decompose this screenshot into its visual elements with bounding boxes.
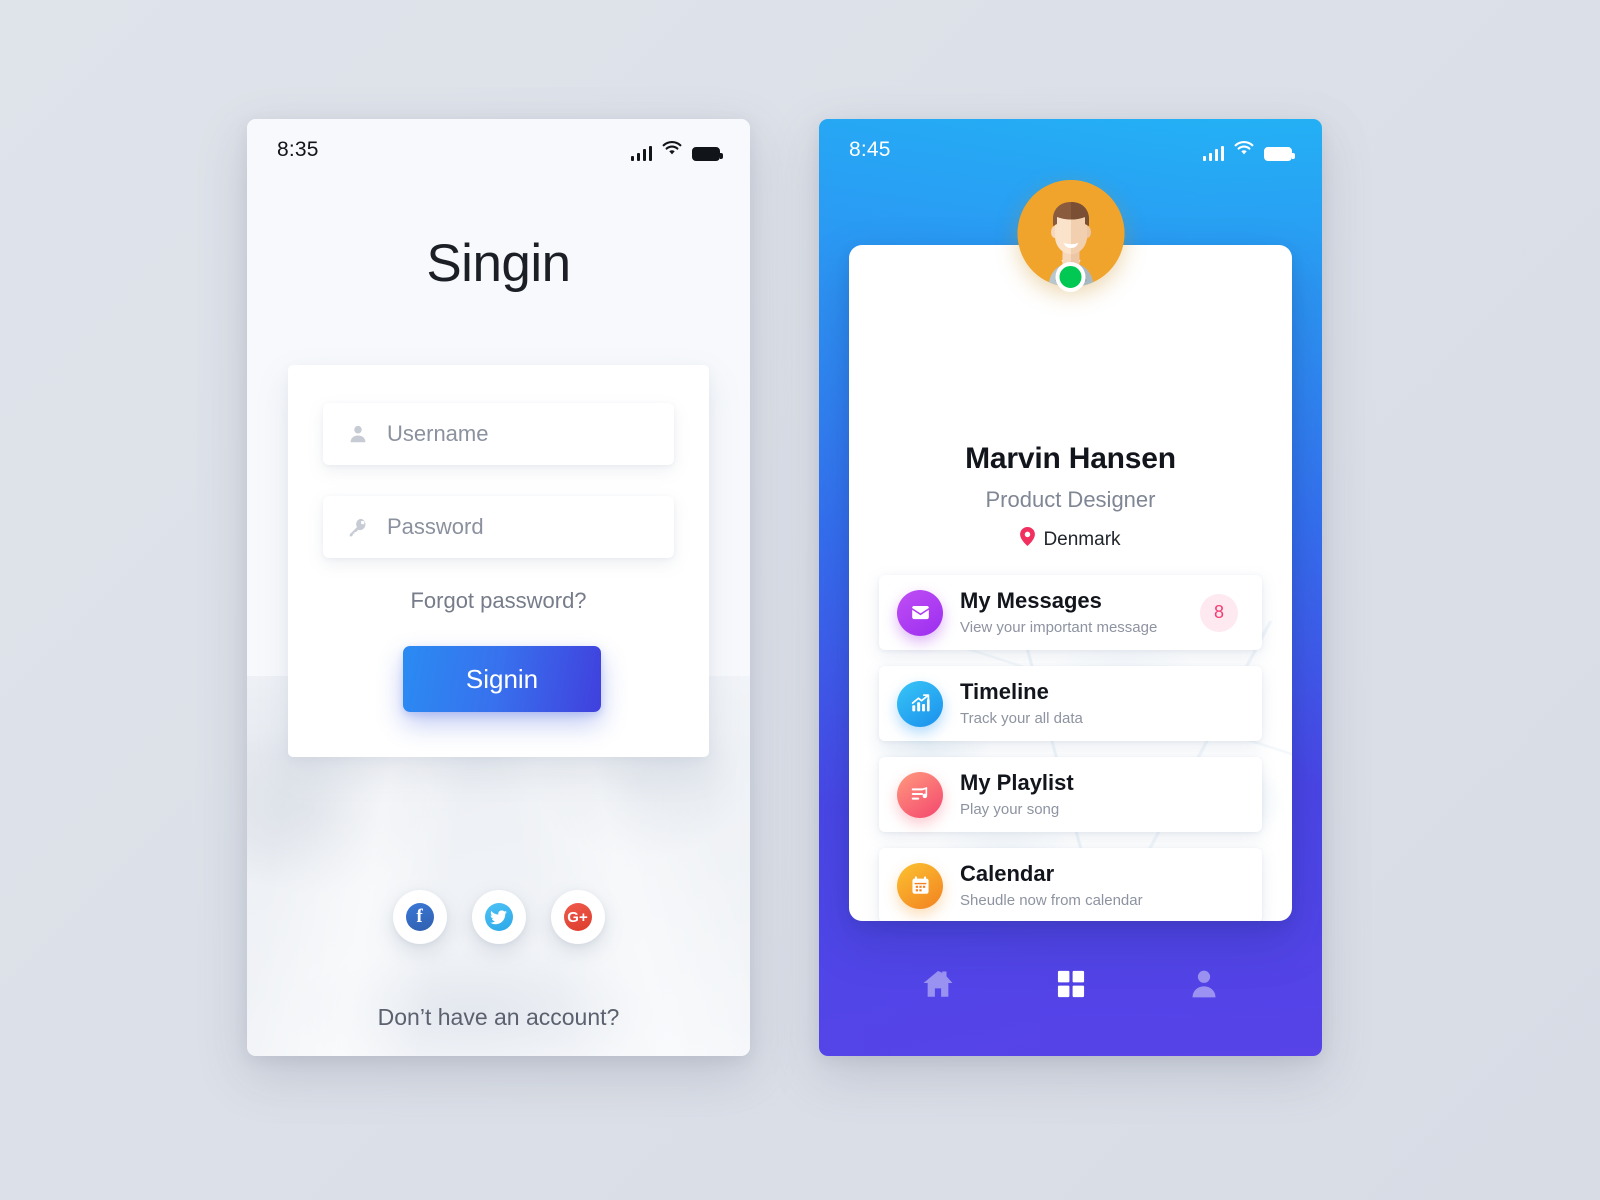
unread-badge: 8 <box>1200 593 1238 632</box>
menu-item-subtitle: View your important message <box>960 618 1158 636</box>
signal-bars-icon <box>1202 145 1224 161</box>
signin-button[interactable]: Signin <box>403 646 601 712</box>
chart-line-up-icon <box>897 680 943 727</box>
password-field-wrapper[interactable] <box>323 496 674 558</box>
signal-bars-icon <box>630 145 652 161</box>
password-input[interactable] <box>379 514 639 540</box>
facebook-login-button[interactable]: f <box>392 890 447 944</box>
menu-item-timeline[interactable]: Timeline Track your all data <box>879 666 1262 741</box>
menu-item-calendar[interactable]: Calendar Sheudle now from calendar <box>879 848 1262 921</box>
forgot-password-link[interactable]: Forgot password? <box>288 588 709 614</box>
menu-item-subtitle: Track your all data <box>960 709 1083 727</box>
profile-card: Marvin Hansen Product Designer Denmark M… <box>849 245 1292 921</box>
signin-screen: 8:35 Singin Username Forgot password? Si… <box>247 119 750 1056</box>
menu-item-text: My Messages View your important message <box>960 587 1200 638</box>
menu-item-text: My Playlist Play your song <box>960 769 1244 820</box>
profile-screen: 8:45 Marvin Hansen Product Designer Denm… <box>819 119 1322 1056</box>
status-bar-right: 8:45 <box>819 119 1322 181</box>
social-login-row: f G+ <box>247 890 750 944</box>
battery-icon <box>692 146 723 161</box>
wifi-icon <box>1233 140 1255 161</box>
wifi-icon <box>661 140 683 161</box>
calendar-icon <box>897 862 943 909</box>
status-time: 8:35 <box>277 138 319 161</box>
username-input[interactable] <box>379 421 639 447</box>
bottom-tab-bar <box>819 936 1322 1056</box>
profile-location: Denmark <box>849 527 1292 552</box>
status-time: 8:45 <box>849 138 891 161</box>
user-icon <box>347 423 379 445</box>
menu-item-title: My Playlist <box>960 770 1074 796</box>
facebook-icon: f <box>405 903 434 931</box>
twitter-icon <box>484 903 513 931</box>
menu-item-text: Calendar Sheudle now from calendar <box>960 860 1244 911</box>
menu-item-subtitle: Sheudle now from calendar <box>960 891 1143 909</box>
google-plus-login-button[interactable]: G+ <box>550 890 605 944</box>
envelope-icon <box>897 589 943 636</box>
twitter-login-button[interactable] <box>471 890 526 944</box>
profile-name: Marvin Hansen <box>965 442 1176 475</box>
person-icon <box>1188 968 1220 1003</box>
tab-profile[interactable] <box>1179 962 1229 1008</box>
menu-list: My Messages View your important message … <box>879 575 1262 921</box>
menu-item-title: Calendar <box>960 861 1055 887</box>
username-field-wrapper[interactable] <box>323 403 674 465</box>
key-icon <box>347 516 379 538</box>
location-pin-icon <box>1020 527 1036 552</box>
online-status-dot <box>1055 262 1086 292</box>
canvas: 8:35 Singin Username Forgot password? Si… <box>0 0 1600 1200</box>
status-icons <box>630 140 723 161</box>
menu-item-my-playlist[interactable]: My Playlist Play your song <box>879 757 1262 832</box>
music-playlist-icon <box>897 771 943 818</box>
profile-role: Product Designer <box>985 487 1156 512</box>
tab-home[interactable] <box>913 962 963 1008</box>
grid-icon <box>1055 968 1087 1003</box>
no-account-link[interactable]: Don’t have an account? <box>247 1004 750 1031</box>
menu-item-my-messages[interactable]: My Messages View your important message … <box>879 575 1262 650</box>
battery-icon <box>1264 146 1295 161</box>
tab-dashboard[interactable] <box>1046 962 1096 1008</box>
home-icon <box>921 967 955 1004</box>
google-plus-icon: G+ <box>563 903 592 931</box>
status-bar-left: 8:35 <box>247 119 750 181</box>
page-title: Singin <box>426 234 571 293</box>
menu-item-title: Timeline <box>960 679 1049 705</box>
menu-item-subtitle: Play your song <box>960 800 1060 818</box>
signin-form-card: Forgot password? Signin <box>288 365 709 757</box>
menu-item-title: My Messages <box>960 588 1102 614</box>
avatar[interactable] <box>1017 180 1124 292</box>
menu-item-text: Timeline Track your all data <box>960 678 1244 729</box>
status-icons <box>1202 140 1295 161</box>
profile-location-label: Denmark <box>1043 528 1121 550</box>
